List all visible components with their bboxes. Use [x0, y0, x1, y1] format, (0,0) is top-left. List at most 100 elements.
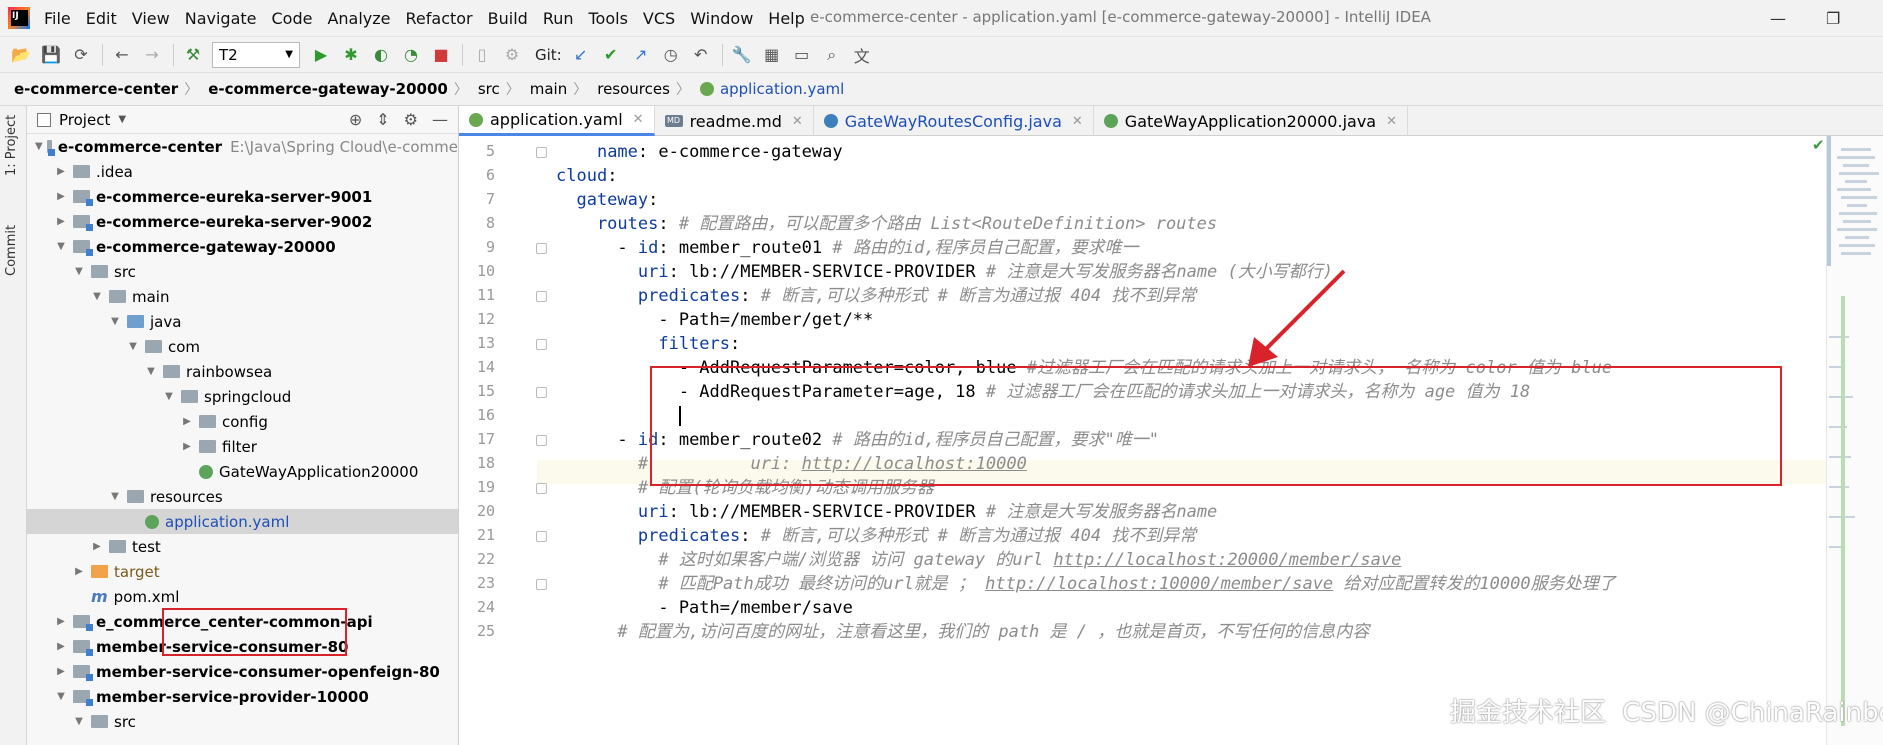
gear-icon[interactable]: ⚙ [404, 110, 418, 129]
fold-marker-icon[interactable] [536, 147, 547, 158]
close-icon[interactable]: ✕ [1386, 114, 1397, 129]
menu-item-code[interactable]: Code [272, 9, 313, 28]
fold-marker-icon[interactable] [536, 579, 547, 590]
breadcrumb-item[interactable]: src [478, 80, 500, 98]
minimize-icon[interactable]: — [1770, 9, 1786, 28]
tree-item[interactable]: ▶ filter [27, 434, 458, 459]
menu-item-vcs[interactable]: VCS [643, 9, 675, 28]
menu-item-window[interactable]: Window [690, 9, 753, 28]
breadcrumb-item[interactable]: resources [597, 80, 670, 98]
commit-tool-tab[interactable]: Commit [4, 225, 19, 276]
locate-icon[interactable]: ⊕ [349, 110, 362, 129]
run-config-select[interactable]: T2 ▼ [212, 41, 300, 68]
expand-arrow-icon[interactable]: ▼ [107, 491, 123, 502]
tree-item[interactable]: ▶ member-service-consumer-openfeign-80 [27, 659, 458, 684]
menu-item-navigate[interactable]: Navigate [185, 9, 257, 28]
breadcrumb-item[interactable]: application.yaml [720, 80, 844, 98]
git-history-icon[interactable]: ◷ [660, 44, 682, 66]
collapse-arrow-icon[interactable]: ▶ [53, 666, 69, 677]
menu-item-file[interactable]: File [44, 9, 71, 28]
close-icon[interactable]: ✕ [1072, 114, 1083, 129]
expand-arrow-icon[interactable]: ▼ [107, 316, 123, 327]
tree-item[interactable]: ▼ resources [27, 484, 458, 509]
expand-arrow-icon[interactable]: ▼ [71, 716, 87, 727]
open-folder-icon[interactable]: 📂 [10, 44, 32, 66]
collapse-arrow-icon[interactable]: ▶ [53, 191, 69, 202]
tree-item[interactable]: ▶ .idea [27, 159, 458, 184]
project-structure-icon[interactable]: ▦ [761, 44, 783, 66]
tree-item[interactable]: ▼ main [27, 284, 458, 309]
collapse-arrow-icon[interactable]: ▶ [179, 441, 195, 452]
fold-marker-icon[interactable] [536, 387, 547, 398]
stop-icon[interactable]: ■ [430, 44, 452, 66]
tree-item[interactable]: ▶ e-commerce-eureka-server-9002 [27, 209, 458, 234]
tree-item[interactable]: ▼ src [27, 709, 458, 734]
fold-marker-icon[interactable] [536, 291, 547, 302]
profile-icon[interactable]: ◔ [400, 44, 422, 66]
tree-item[interactable]: ▶ target [27, 559, 458, 584]
tree-item[interactable]: GateWayApplication20000 [27, 459, 458, 484]
close-icon[interactable]: ✕ [633, 112, 644, 127]
tree-item[interactable]: ▼ springcloud [27, 384, 458, 409]
expand-arrow-icon[interactable]: ▼ [125, 341, 141, 352]
device-icon[interactable]: ▯ [471, 44, 493, 66]
collapse-all-icon[interactable]: ⇕ [376, 110, 389, 129]
expand-arrow-icon[interactable]: ▼ [71, 266, 87, 277]
tree-item[interactable]: ▶ config [27, 409, 458, 434]
fold-marker-icon[interactable] [536, 531, 547, 542]
tree-item[interactable]: ▶ e-commerce-eureka-server-9001 [27, 184, 458, 209]
fold-marker-icon[interactable] [536, 339, 547, 350]
tree-item[interactable]: ▼ src [27, 259, 458, 284]
collapse-arrow-icon[interactable]: ▶ [53, 216, 69, 227]
collapse-arrow-icon[interactable]: ▶ [89, 541, 105, 552]
tree-item[interactable]: ▼ member-service-provider-10000 [27, 684, 458, 709]
menu-item-edit[interactable]: Edit [86, 9, 117, 28]
expand-arrow-icon[interactable]: ▼ [53, 241, 69, 252]
fold-marker-icon[interactable] [536, 243, 547, 254]
translate-icon[interactable]: 文 [851, 44, 873, 66]
menu-item-build[interactable]: Build [488, 9, 528, 28]
terminal-icon[interactable]: ▭ [791, 44, 813, 66]
expand-arrow-icon[interactable]: ▼ [143, 366, 159, 377]
project-tool-tab[interactable]: 1: Project [4, 115, 19, 176]
breadcrumb-item[interactable]: main [530, 80, 567, 98]
editor-tab[interactable]: GateWayApplication20000.java ✕ [1094, 106, 1408, 136]
project-panel-title[interactable]: Project [59, 111, 110, 129]
expand-arrow-icon[interactable]: ▼ [35, 141, 43, 152]
collapse-arrow-icon[interactable]: ▶ [179, 416, 195, 427]
tree-item[interactable]: ▼ rainbowsea [27, 359, 458, 384]
attach-icon[interactable]: ⚙ [501, 44, 523, 66]
run-icon[interactable]: ▶ [310, 44, 332, 66]
forward-icon[interactable]: → [141, 44, 163, 66]
editor-tab[interactable]: GateWayRoutesConfig.java ✕ [814, 106, 1094, 136]
menu-item-refactor[interactable]: Refactor [406, 9, 473, 28]
sync-icon[interactable]: ⟳ [70, 44, 92, 66]
chevron-down-icon[interactable]: ▼ [118, 114, 126, 125]
menu-item-help[interactable]: Help [768, 9, 804, 28]
fold-marker-icon[interactable] [536, 435, 547, 446]
menu-item-analyze[interactable]: Analyze [327, 9, 390, 28]
menu-item-run[interactable]: Run [543, 9, 574, 28]
maximize-icon[interactable]: ❐ [1826, 9, 1840, 28]
editor-tab[interactable]: application.yaml ✕ [459, 106, 655, 136]
back-icon[interactable]: ← [111, 44, 133, 66]
collapse-arrow-icon[interactable]: ▶ [53, 616, 69, 627]
collapse-arrow-icon[interactable]: ▶ [71, 566, 87, 577]
fold-marker-icon[interactable] [536, 483, 547, 494]
git-commit-icon[interactable]: ✔ [600, 44, 622, 66]
tree-item[interactable]: ▼ java [27, 309, 458, 334]
collapse-arrow-icon[interactable]: ▶ [53, 166, 69, 177]
expand-arrow-icon[interactable]: ▼ [89, 291, 105, 302]
tree-item[interactable]: ▼ com [27, 334, 458, 359]
tree-item[interactable]: application.yaml [27, 509, 458, 534]
tree-item[interactable]: ▶ test [27, 534, 458, 559]
menu-item-tools[interactable]: Tools [589, 9, 628, 28]
coverage-icon[interactable]: ◐ [370, 44, 392, 66]
menu-item-view[interactable]: View [132, 9, 170, 28]
build-hammer-icon[interactable]: ⚒ [182, 44, 204, 66]
tree-item[interactable]: m pom.xml [27, 584, 458, 609]
git-push-icon[interactable]: ↗ [630, 44, 652, 66]
save-all-icon[interactable]: 💾 [40, 44, 62, 66]
git-update-icon[interactable]: ↙ [570, 44, 592, 66]
editor-minimap[interactable] [1826, 136, 1883, 745]
